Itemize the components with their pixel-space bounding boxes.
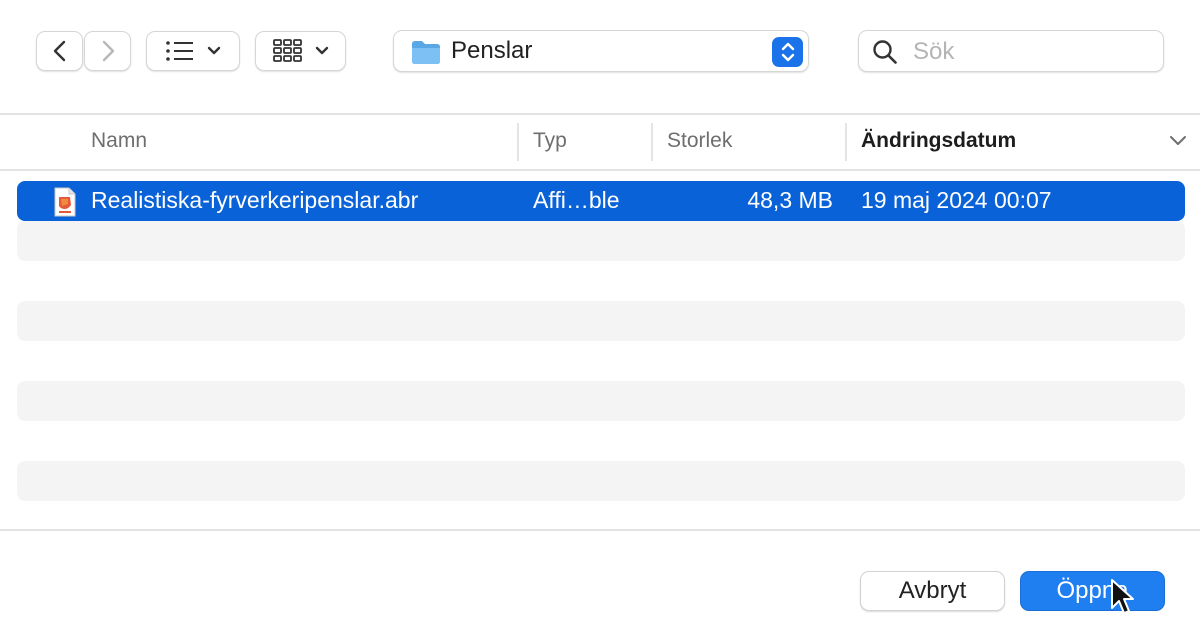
- file-name: Realistiska-fyrverkeripenslar.abr: [91, 187, 419, 213]
- chevron-left-icon: [53, 40, 65, 62]
- column-separator[interactable]: [651, 123, 653, 161]
- location-label: Penslar: [451, 37, 533, 64]
- empty-row: [17, 461, 1185, 501]
- up-down-chevron-icon: [781, 42, 794, 62]
- empty-row: [17, 301, 1185, 341]
- empty-row: [17, 381, 1185, 421]
- column-header: Namn Typ Storlek Ändringsdatum: [0, 115, 1200, 169]
- chevron-right-icon: [102, 40, 114, 62]
- file-row[interactable]: Realistiska-fyrverkeripenslar.abr Affi…b…: [17, 181, 1185, 221]
- toolbar: Penslar: [0, 0, 1200, 114]
- mouse-pointer-icon: [1111, 579, 1134, 614]
- search-field[interactable]: [858, 30, 1164, 72]
- chevron-down-icon: [207, 46, 221, 55]
- search-input[interactable]: [911, 36, 1155, 68]
- header-divider: [0, 169, 1200, 171]
- chevron-down-icon: [315, 46, 328, 55]
- brush-file-icon: [54, 187, 76, 217]
- sort-chevron-down-icon[interactable]: [1169, 135, 1187, 147]
- footer-divider: [0, 529, 1200, 531]
- cancel-button[interactable]: Avbryt: [860, 571, 1005, 611]
- location-stepper[interactable]: [772, 37, 803, 67]
- column-size-header[interactable]: Storlek: [667, 129, 732, 153]
- grid-view-button[interactable]: [255, 31, 346, 71]
- forward-button[interactable]: [84, 31, 131, 71]
- column-modified-header[interactable]: Ändringsdatum: [861, 129, 1016, 153]
- file-modified: 19 maj 2024 00:07: [861, 187, 1052, 213]
- folder-icon: [412, 41, 440, 64]
- empty-row: [17, 221, 1185, 261]
- column-name-header[interactable]: Namn: [91, 129, 147, 153]
- grid-view-icon: [272, 39, 302, 62]
- back-button[interactable]: [36, 31, 83, 71]
- location-popup[interactable]: Penslar: [393, 30, 809, 72]
- list-view-button[interactable]: [146, 31, 240, 71]
- column-separator[interactable]: [517, 123, 519, 161]
- open-button[interactable]: Öppna: [1020, 571, 1165, 611]
- column-separator[interactable]: [845, 123, 847, 161]
- file-size: 48,3 MB: [747, 187, 833, 213]
- file-type: Affi…ble: [533, 187, 620, 213]
- list-view-icon: [166, 41, 193, 61]
- column-type-header[interactable]: Typ: [533, 129, 567, 153]
- search-icon: [873, 40, 897, 64]
